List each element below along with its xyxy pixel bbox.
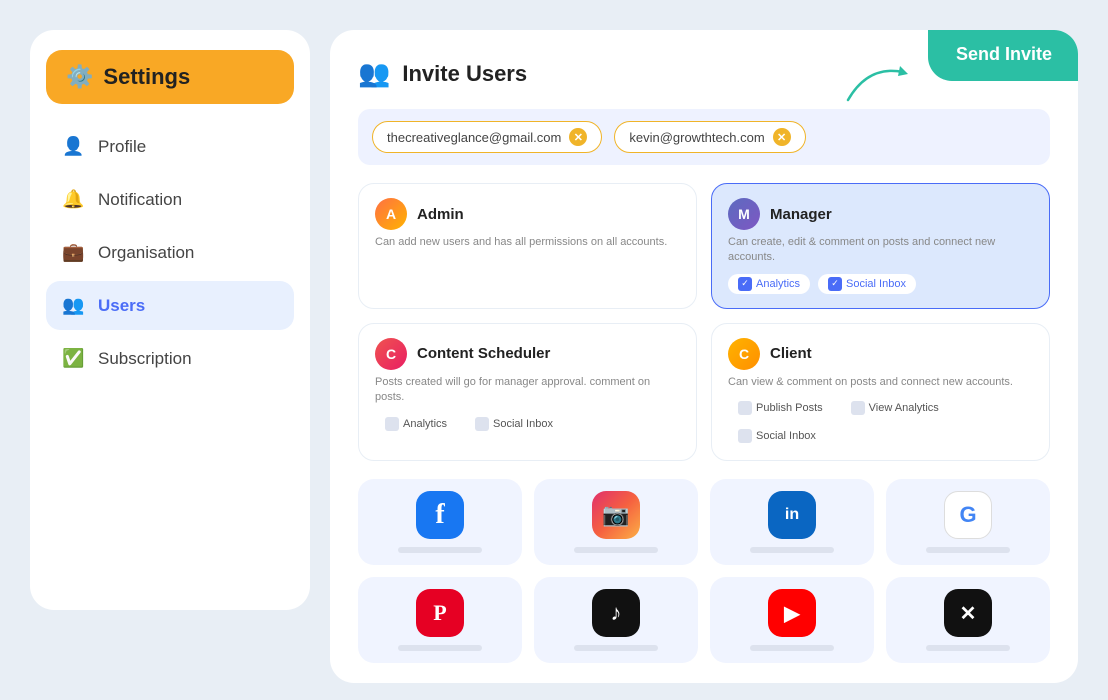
sidebar-item-subscription[interactable]: ✅ Subscription (46, 334, 294, 383)
notification-icon: 🔔 (62, 189, 84, 210)
role-desc-client: Can view & comment on posts and connect … (728, 375, 1033, 390)
uncheck-icon (738, 429, 752, 443)
check-icon: ✓ (738, 277, 752, 291)
social-label-youtube (750, 645, 834, 651)
linkedin-icon: in (768, 491, 816, 539)
role-desc-manager: Can create, edit & comment on posts and … (728, 235, 1033, 266)
sidebar-item-label: Organisation (98, 243, 194, 263)
email-address-0: thecreativeglance@gmail.com (387, 130, 561, 145)
subscription-icon: ✅ (62, 348, 84, 369)
social-card-youtube[interactable]: ▶ (710, 577, 874, 663)
badge-social-inbox-scheduler: Social Inbox (465, 414, 563, 434)
sidebar-header: ⚙️ Settings (46, 50, 294, 104)
send-invite-button[interactable]: Send Invite (928, 30, 1078, 81)
sidebar: ⚙️ Settings 👤 Profile 🔔 Notification 💼 O… (30, 30, 310, 610)
uncheck-icon (475, 417, 489, 431)
social-label-google (926, 547, 1010, 553)
scheduler-badges: Analytics Social Inbox (375, 414, 680, 434)
instagram-icon: 📷 (592, 491, 640, 539)
badge-analytics-scheduler: Analytics (375, 414, 457, 434)
role-card-client[interactable]: C Client Can view & comment on posts and… (711, 323, 1050, 461)
avatar-admin: A (375, 198, 407, 230)
remove-email-0[interactable]: ✕ (569, 128, 587, 146)
pinterest-icon: P (416, 589, 464, 637)
facebook-icon: f (416, 491, 464, 539)
role-desc-admin: Can add new users and has all permission… (375, 235, 680, 250)
users-icon: 👥 (62, 295, 84, 316)
badge-social-inbox-client: Social Inbox (728, 426, 826, 446)
social-card-facebook[interactable]: f (358, 479, 522, 565)
roles-grid: A Admin Can add new users and has all pe… (358, 183, 1050, 461)
badge-analytics-manager: ✓ Analytics (728, 274, 810, 294)
remove-email-1[interactable]: ✕ (773, 128, 791, 146)
social-card-pinterest[interactable]: P (358, 577, 522, 663)
social-label-facebook (398, 547, 482, 553)
organisation-icon: 💼 (62, 242, 84, 263)
manager-badges: ✓ Analytics ✓ Social Inbox (728, 274, 1033, 294)
social-card-twitter[interactable]: ✕ (886, 577, 1050, 663)
sidebar-item-label: Users (98, 296, 145, 316)
social-grid: f 📷 in G P ♪ (358, 479, 1050, 663)
sidebar-item-label: Profile (98, 137, 146, 157)
sidebar-item-label: Subscription (98, 349, 192, 369)
avatar-scheduler: C (375, 338, 407, 370)
check-icon: ✓ (828, 277, 842, 291)
uncheck-icon (385, 417, 399, 431)
sidebar-item-profile[interactable]: 👤 Profile (46, 122, 294, 171)
tiktok-icon: ♪ (592, 589, 640, 637)
social-label-instagram (574, 547, 658, 553)
role-card-manager[interactable]: M Manager Can create, edit & comment on … (711, 183, 1050, 309)
email-tag-0: thecreativeglance@gmail.com ✕ (372, 121, 602, 153)
role-card-admin[interactable]: A Admin Can add new users and has all pe… (358, 183, 697, 309)
sidebar-item-organisation[interactable]: 💼 Organisation (46, 228, 294, 277)
twitter-x-icon: ✕ (944, 589, 992, 637)
google-icon: G (944, 491, 992, 539)
role-desc-scheduler: Posts created will go for manager approv… (375, 375, 680, 406)
social-card-linkedin[interactable]: in (710, 479, 874, 565)
social-label-twitter (926, 645, 1010, 651)
social-label-tiktok (574, 645, 658, 651)
social-card-tiktok[interactable]: ♪ (534, 577, 698, 663)
email-address-1: kevin@growthtech.com (629, 130, 764, 145)
role-card-content-scheduler[interactable]: C Content Scheduler Posts created will g… (358, 323, 697, 461)
social-card-google[interactable]: G (886, 479, 1050, 565)
email-tag-1: kevin@growthtech.com ✕ (614, 121, 805, 153)
role-name-scheduler: Content Scheduler (417, 345, 550, 362)
main-panel: Send Invite 👥 Invite Users thecreativegl… (330, 30, 1078, 683)
client-badges: Publish Posts View Analytics Social Inbo… (728, 398, 1033, 446)
social-label-linkedin (750, 547, 834, 553)
social-label-pinterest (398, 645, 482, 651)
sidebar-item-notification[interactable]: 🔔 Notification (46, 175, 294, 224)
invite-users-icon: 👥 (358, 58, 390, 89)
badge-publish-client: Publish Posts (728, 398, 833, 418)
badge-social-inbox-manager: ✓ Social Inbox (818, 274, 916, 294)
sidebar-title: Settings (103, 64, 190, 90)
role-name-admin: Admin (417, 206, 464, 223)
settings-icon: ⚙️ (66, 64, 93, 90)
sidebar-item-users[interactable]: 👥 Users (46, 281, 294, 330)
role-name-client: Client (770, 345, 812, 362)
avatar-client: C (728, 338, 760, 370)
arrow-decoration (838, 60, 918, 110)
profile-icon: 👤 (62, 136, 84, 157)
badge-analytics-client: View Analytics (841, 398, 949, 418)
uncheck-icon (851, 401, 865, 415)
sidebar-item-label: Notification (98, 190, 182, 210)
uncheck-icon (738, 401, 752, 415)
social-card-instagram[interactable]: 📷 (534, 479, 698, 565)
youtube-icon: ▶ (768, 589, 816, 637)
app-container: ⚙️ Settings 👤 Profile 🔔 Notification 💼 O… (0, 0, 1108, 700)
avatar-manager: M (728, 198, 760, 230)
role-name-manager: Manager (770, 206, 832, 223)
panel-title: Invite Users (402, 61, 527, 87)
email-tags-row: thecreativeglance@gmail.com ✕ kevin@grow… (358, 109, 1050, 165)
